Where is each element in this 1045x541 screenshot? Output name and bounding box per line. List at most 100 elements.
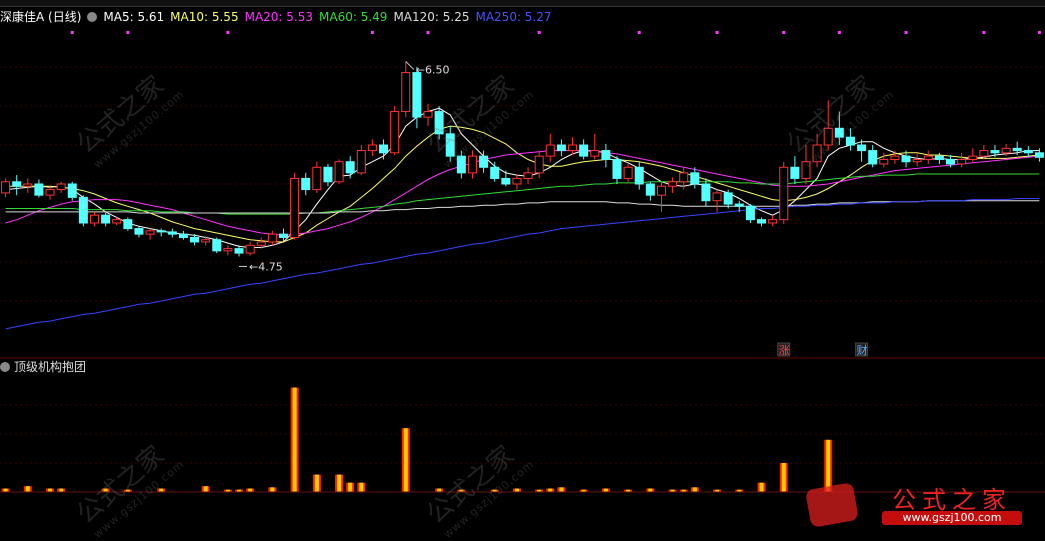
- candle: [356, 145, 366, 176]
- signal-dot: [426, 31, 430, 34]
- candle-body: [56, 183, 66, 191]
- candle-body: [857, 144, 867, 152]
- candle-body: [134, 228, 144, 235]
- candle: [923, 150, 933, 164]
- indicator-title: 顶级机构抱团: [14, 360, 87, 374]
- candle: [701, 178, 711, 207]
- candle-body: [467, 155, 477, 174]
- signal-dot: [904, 31, 908, 34]
- signal-dots: [70, 31, 1041, 34]
- candle-body: [668, 181, 678, 187]
- indicator-bar: [1, 488, 10, 492]
- candle-body: [223, 248, 233, 252]
- indicator-bar: [646, 488, 655, 492]
- candle-body: [367, 144, 377, 152]
- candle: [401, 61, 411, 118]
- indicator-bar: [779, 463, 788, 492]
- indicator-settings-icon[interactable]: [0, 362, 10, 372]
- candle-body: [634, 166, 644, 185]
- indicator-bar-core: [248, 488, 253, 492]
- candle: [78, 195, 88, 227]
- candle-body: [901, 155, 911, 163]
- candle: [556, 139, 566, 157]
- signal-dot: [126, 31, 130, 34]
- ma5-line: [5, 107, 1040, 248]
- indicator-bar: [335, 474, 344, 492]
- candle: [323, 163, 333, 187]
- ma5-label: MA5: 5.61: [103, 10, 165, 24]
- logo-url: www.gszj100.com: [882, 511, 1022, 525]
- indicator-title-bar: 顶级机构抱团: [0, 359, 86, 375]
- indicator-bar-core: [48, 488, 53, 492]
- indicator-bar: [557, 487, 566, 492]
- candle-body: [612, 158, 622, 179]
- kline-chart[interactable]: ←6.50 ←4.75 涨 财: [0, 0, 1045, 533]
- price-annotation: ←4.75: [249, 260, 283, 273]
- candle: [568, 137, 578, 156]
- candle-body: [123, 219, 133, 230]
- indicator-bar: [757, 482, 766, 492]
- candle-body: [845, 136, 855, 146]
- signal-dot: [715, 31, 719, 34]
- indicator-bar-core: [403, 428, 408, 492]
- indicator-bar-core: [548, 488, 553, 492]
- candle-body: [645, 183, 655, 196]
- candle-body: [823, 127, 833, 146]
- candle: [56, 181, 66, 193]
- candle: [178, 230, 188, 240]
- candle: [801, 145, 811, 184]
- event-marker-77: 财: [857, 343, 868, 357]
- candle: [912, 152, 922, 167]
- candle-body: [234, 248, 244, 254]
- indicator-bar-core: [692, 487, 697, 492]
- candle: [101, 212, 111, 227]
- ma20-label: MA20: 5.53: [244, 10, 314, 24]
- candle-body: [712, 192, 722, 202]
- candle-body: [323, 166, 333, 183]
- candle-body: [490, 166, 500, 179]
- candle: [301, 172, 311, 196]
- candle: [334, 159, 344, 184]
- candle-body: [301, 177, 311, 191]
- candle-body: [267, 233, 277, 243]
- candle: [668, 177, 678, 193]
- signal-dot: [70, 31, 74, 34]
- candle-body: [590, 150, 600, 157]
- ma250-line: [5, 198, 1040, 330]
- candle: [34, 179, 44, 198]
- candle: [656, 181, 666, 212]
- candle-body: [512, 177, 522, 185]
- candle: [45, 186, 55, 200]
- candle: [1, 178, 11, 198]
- candle-body: [957, 158, 967, 165]
- candle-body: [89, 214, 99, 224]
- indicator-bar: [290, 387, 299, 492]
- candle-body: [556, 144, 566, 152]
- candle-body: [801, 161, 811, 179]
- candle: [367, 139, 377, 157]
- candle: [745, 204, 755, 223]
- annotation-arrow: [405, 61, 415, 70]
- signal-dot: [1037, 31, 1041, 34]
- candle-body: [23, 183, 33, 187]
- candle-body: [890, 155, 900, 160]
- candle: [634, 161, 644, 190]
- candle-body: [834, 127, 844, 138]
- candle: [645, 181, 655, 201]
- candle: [434, 106, 444, 140]
- candle: [779, 161, 789, 225]
- candle-body: [312, 166, 322, 191]
- signal-dot: [537, 31, 541, 34]
- settings-circle-icon[interactable]: [87, 12, 98, 22]
- stock-title[interactable]: 深康佳A (日线): [0, 10, 81, 24]
- candle: [812, 133, 822, 168]
- indicator-bar-core: [826, 439, 831, 492]
- candle-body: [656, 185, 666, 196]
- candle: [123, 217, 133, 231]
- event-marker-70: 涨: [779, 344, 790, 357]
- candle-body: [779, 166, 789, 221]
- candle: [390, 106, 400, 156]
- ma-legend: 深康佳A (日线) MA5: 5.61 MA10: 5.55 MA20: 5.53 MA…: [0, 8, 558, 26]
- candle-body: [34, 183, 44, 196]
- candle: [590, 133, 600, 160]
